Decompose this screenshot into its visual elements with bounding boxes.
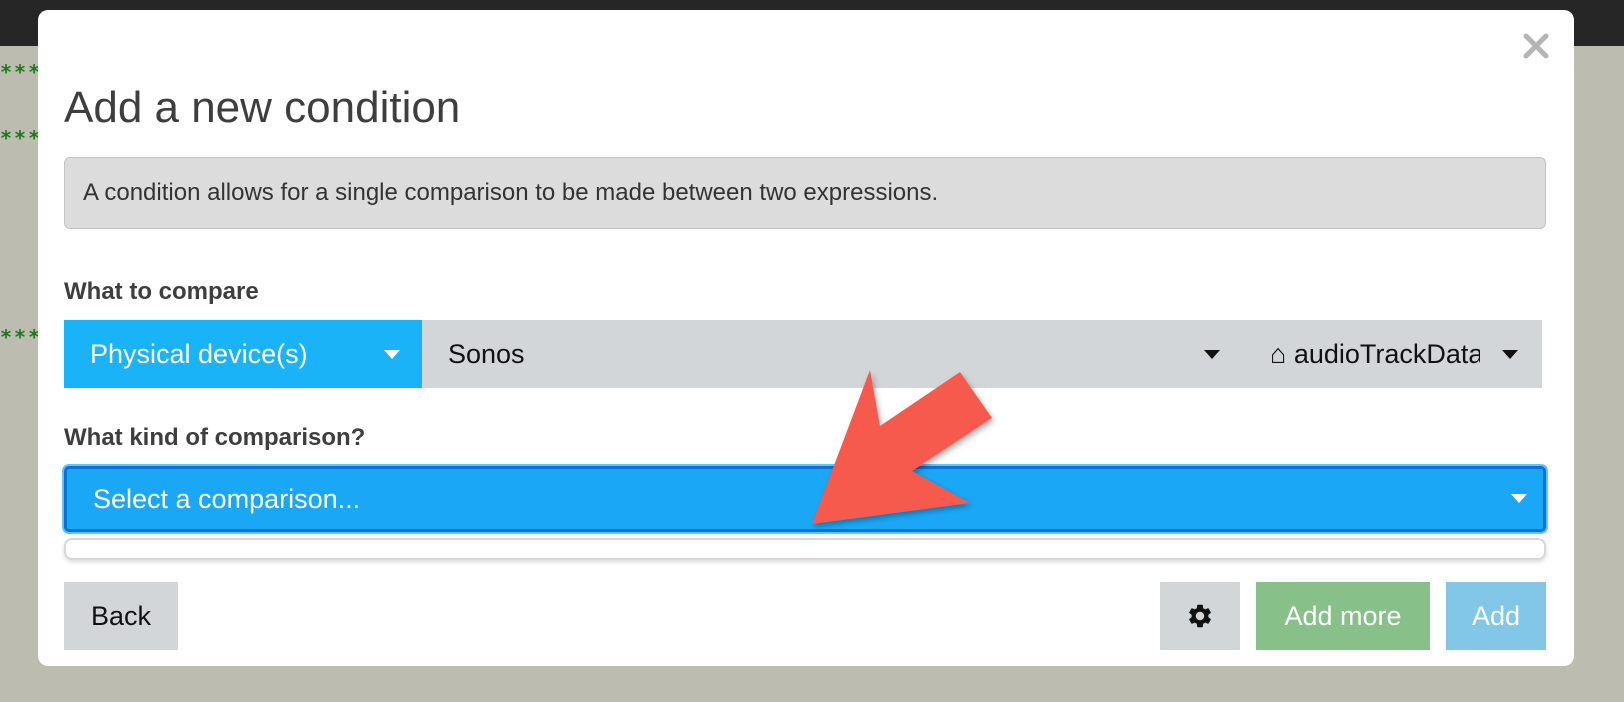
- background-stars: ***: [0, 126, 43, 150]
- device-value: Sonos: [448, 339, 525, 369]
- comparison-dropdown-list[interactable]: [64, 538, 1546, 560]
- back-button[interactable]: Back: [64, 582, 178, 650]
- comparison-select[interactable]: Select a comparison...: [64, 466, 1546, 532]
- what-to-compare-label: What to compare: [64, 278, 259, 305]
- gear-icon: [1186, 604, 1214, 636]
- chevron-down-icon: [1511, 494, 1527, 503]
- info-alert: A condition allows for a single comparis…: [64, 157, 1546, 229]
- background-stars: ***: [0, 325, 43, 349]
- settings-button[interactable]: [1160, 582, 1240, 650]
- comparison-value: Select a comparison...: [93, 484, 361, 514]
- close-icon: [1518, 28, 1554, 64]
- add-condition-modal: Add a new condition A condition allows f…: [38, 10, 1574, 666]
- subject-type-value: Physical device(s): [90, 339, 308, 369]
- close-button[interactable]: [1518, 28, 1554, 64]
- attribute-value: ⌂ audioTrackData: [1270, 320, 1480, 388]
- chevron-down-icon: [1204, 350, 1220, 359]
- modal-title: Add a new condition: [64, 83, 461, 132]
- add-more-button[interactable]: Add more: [1256, 582, 1430, 650]
- home-icon: ⌂: [1270, 339, 1287, 369]
- attribute-select[interactable]: ⌂ audioTrackData: [1242, 320, 1542, 388]
- chevron-down-icon: [1502, 350, 1518, 359]
- subject-type-select[interactable]: Physical device(s): [64, 320, 422, 388]
- add-button[interactable]: Add: [1446, 582, 1546, 650]
- chevron-down-icon: [384, 350, 400, 359]
- attribute-name: audioTrackData: [1293, 339, 1480, 369]
- device-select[interactable]: Sonos: [422, 320, 1242, 388]
- background-stars: ***: [0, 60, 43, 84]
- comparison-kind-label: What kind of comparison?: [64, 424, 366, 451]
